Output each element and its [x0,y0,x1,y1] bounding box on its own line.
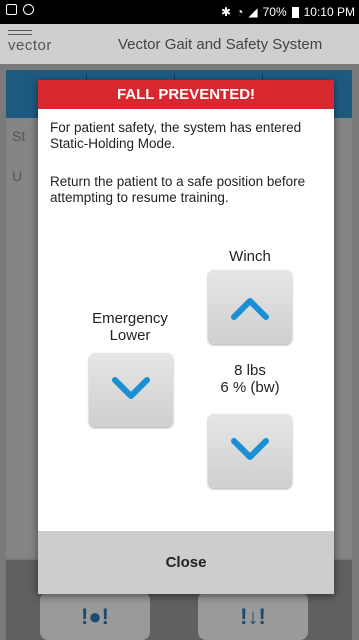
fall-prevented-dialog: FALL PREVENTED! For patient safety, the … [38,80,334,594]
background-lower-button: !↓! [198,592,308,640]
battery-icon [291,6,299,18]
background-text: St [12,128,26,144]
dialog-message-return-patient: Return the patient to a safe position be… [50,174,306,205]
gallery-icon [6,4,17,15]
app-title: Vector Gait and Safety System [118,36,323,53]
lower-icon: !↓! [240,604,266,629]
weight-lbs: 8 lbs [234,362,266,379]
signal-icon: ◢ [248,5,258,19]
winch-label: Winch [229,248,271,265]
notification-icon [23,4,34,15]
wifi-icon: ◔ [236,5,244,19]
close-button[interactable]: Close [38,531,334,594]
clock: 10:10 PM [303,5,355,19]
emergency-lower-label: Emergency Lower [92,310,168,344]
winch-down-button[interactable] [208,414,292,488]
emergency-lower-button[interactable] [89,353,173,427]
vector-logo: vector [8,30,52,54]
weight-percent-bw: 6 % (bw) [220,379,280,396]
app-header: vector Vector Gait and Safety System [0,24,359,64]
chevron-down-icon [112,377,150,399]
winch-weight-readout: 8 lbs 6 % (bw) [208,362,292,396]
chevron-up-icon [231,298,269,320]
chevron-down-icon [231,438,269,460]
dialog-title: FALL PREVENTED! [38,80,334,109]
winch-up-button[interactable] [208,270,292,344]
bluetooth-icon: ✱ [221,5,232,19]
stop-icon: !●! [81,604,109,629]
status-bar: ✱ ◔ ◢ 70% 10:10 PM [0,0,359,24]
background-text: U [12,168,23,184]
dialog-message-static-holding: For patient safety, the system has enter… [50,120,302,151]
background-stop-button: !●! [40,592,150,640]
battery-level: 70% [262,5,287,19]
